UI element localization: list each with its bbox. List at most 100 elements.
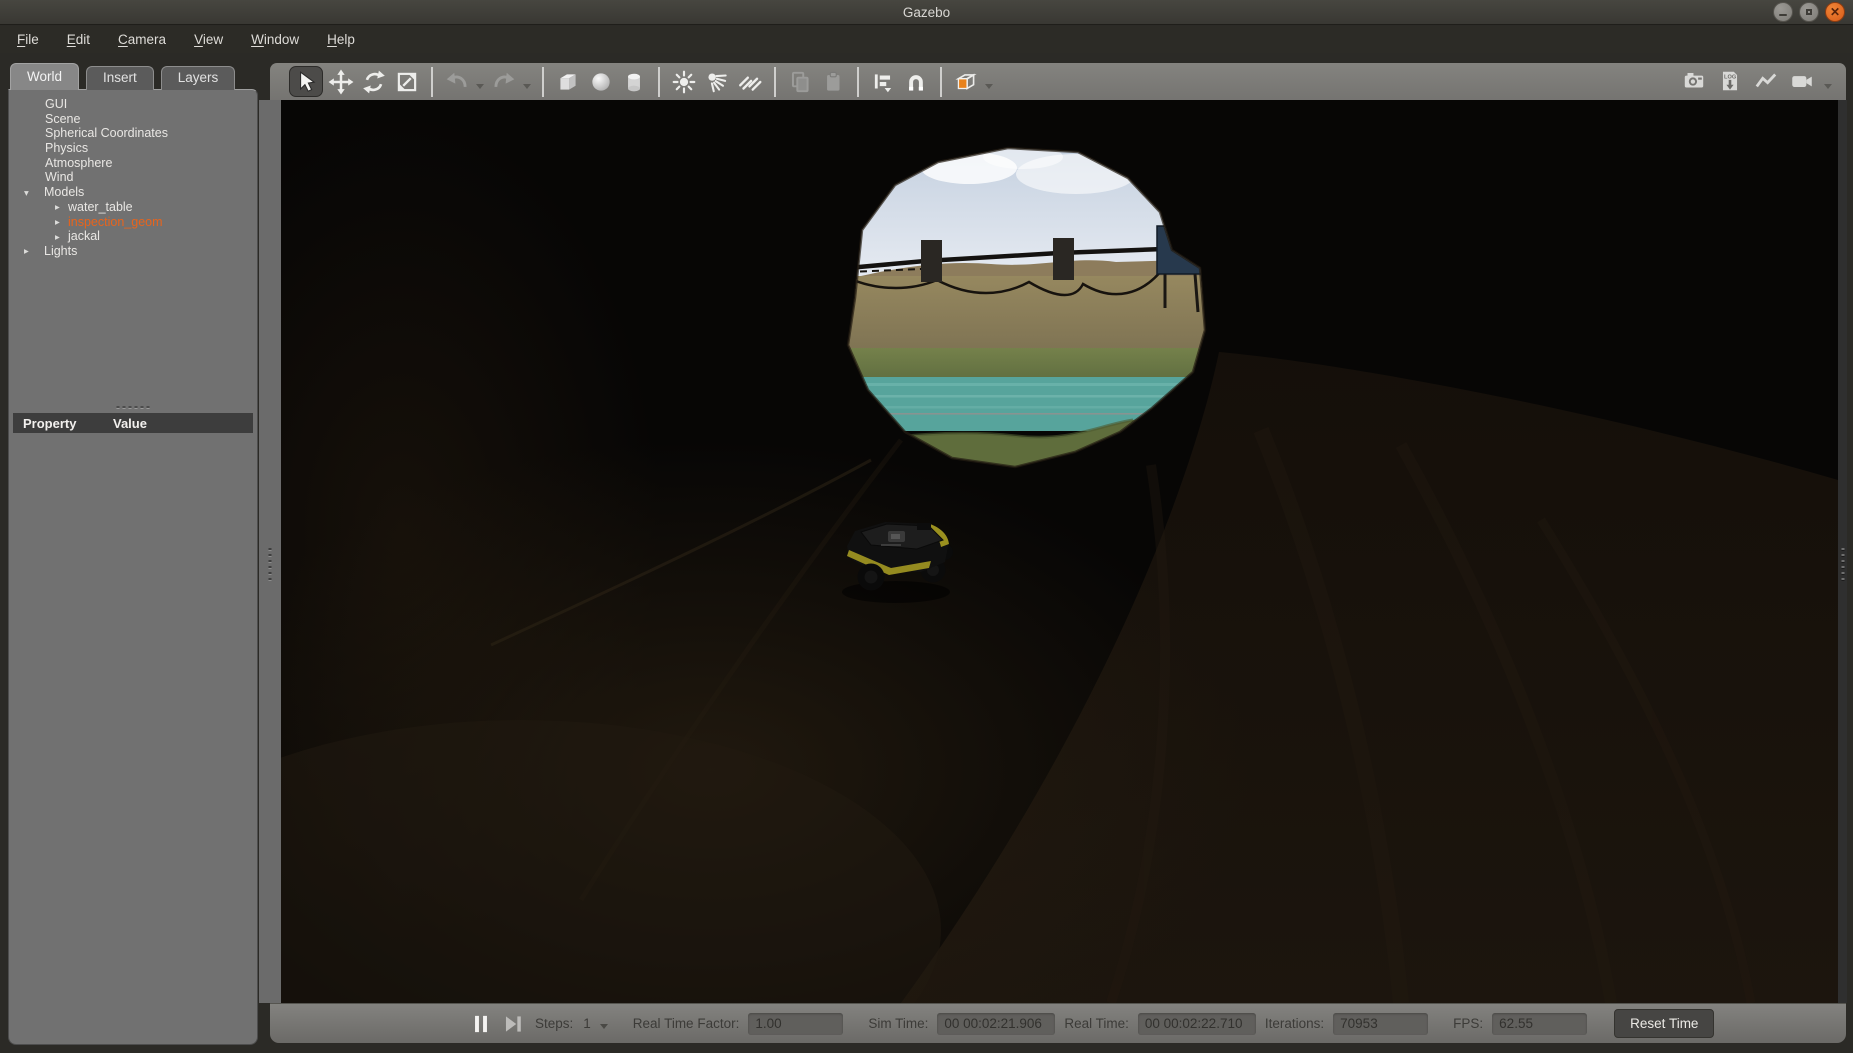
pause-button[interactable] [468, 1011, 494, 1037]
tree-item-spherical-coordinates[interactable]: Spherical Coordinates [9, 126, 257, 141]
cylinder-icon [621, 69, 647, 95]
real-time-factor-field[interactable]: 1.00 [748, 1013, 843, 1035]
menu-view[interactable]: View [190, 30, 227, 49]
step-forward-button[interactable] [500, 1011, 526, 1037]
copy-button[interactable] [785, 67, 815, 97]
dropdown-caret-icon[interactable] [985, 84, 993, 89]
menu-window[interactable]: Window [247, 30, 303, 49]
sphere-button[interactable] [586, 67, 616, 97]
tree-item-models[interactable]: ▾Models [9, 185, 257, 200]
steps-label: Steps: [535, 1016, 573, 1031]
tree-item-wind[interactable]: Wind [9, 170, 257, 185]
fps-label: FPS: [1453, 1016, 1483, 1031]
tree-item-label: Lights [44, 244, 77, 258]
main-toolbar: LOG [270, 63, 1846, 100]
tree-item-label: Spherical Coordinates [45, 126, 168, 140]
expand-down-icon[interactable]: ▾ [23, 187, 44, 202]
rotate-button[interactable] [359, 67, 389, 97]
reset-time-button[interactable]: Reset Time [1614, 1009, 1714, 1038]
jackal-robot[interactable] [842, 522, 953, 603]
property-column-header: Property [13, 416, 113, 431]
toolbar-right-group: LOG [1679, 66, 1834, 96]
tree-item-inspection-geom[interactable]: ▸inspection_geom [9, 215, 257, 230]
undo-icon [444, 69, 470, 95]
undo-button[interactable] [442, 67, 472, 97]
view-angle-icon [953, 69, 979, 95]
steps-dropdown-caret[interactable] [600, 1024, 608, 1029]
translate-button[interactable] [326, 67, 356, 97]
dropdown-caret-icon[interactable] [476, 84, 484, 89]
snap-icon [903, 69, 929, 95]
close-button[interactable]: ✕ [1825, 2, 1845, 22]
steps-value: 1 [583, 1016, 591, 1031]
window-controls: ✕ [1773, 2, 1845, 22]
panel-splitter-handle[interactable] [117, 406, 150, 409]
screenshot-button[interactable] [1679, 66, 1709, 96]
tree-item-water-table[interactable]: ▸water_table [9, 200, 257, 215]
tab-insert[interactable]: Insert [86, 66, 154, 90]
toolbar-group [433, 67, 544, 97]
simulation-status-bar: Steps: 1 Real Time Factor: 1.00 Sim Time… [270, 1003, 1846, 1043]
spot-light-button[interactable] [702, 67, 732, 97]
tree-item-jackal[interactable]: ▸jackal [9, 229, 257, 244]
expand-right-icon[interactable]: ▸ [55, 201, 68, 216]
tree-item-scene[interactable]: Scene [9, 112, 257, 127]
toolbar-group [280, 67, 433, 97]
tree-item-gui[interactable]: GUI [9, 97, 257, 112]
minimize-button[interactable] [1773, 2, 1793, 22]
maximize-icon [1806, 9, 1812, 15]
dropdown-caret-icon[interactable] [523, 84, 531, 89]
tree-item-physics[interactable]: Physics [9, 141, 257, 156]
cylinder-button[interactable] [619, 67, 649, 97]
video-record-button[interactable] [1787, 66, 1817, 96]
real-time-label: Real Time: [1064, 1016, 1129, 1031]
tree-item-atmosphere[interactable]: Atmosphere [9, 156, 257, 171]
dropdown-caret-icon[interactable] [1824, 84, 1832, 89]
tree-item-lights[interactable]: ▸Lights [9, 244, 257, 259]
world-panel: GUISceneSpherical CoordinatesPhysicsAtmo… [8, 89, 258, 1045]
plot-icon [1753, 68, 1779, 94]
rotate-icon [361, 69, 387, 95]
sim-time-field[interactable]: 00 00:02:21.906 [937, 1013, 1055, 1035]
menu-help[interactable]: Help [323, 30, 359, 49]
left-splitter[interactable] [259, 100, 281, 1003]
minimize-icon [1779, 9, 1787, 16]
menu-bar: File Edit Camera View Window Help [0, 26, 1853, 53]
menu-file[interactable]: File [13, 30, 43, 49]
align-button[interactable] [868, 67, 898, 97]
playback-controls [468, 1011, 526, 1037]
toolbar-group [942, 67, 1004, 97]
3d-viewport[interactable] [281, 100, 1838, 1003]
tab-layers[interactable]: Layers [161, 66, 236, 90]
sim-time-label: Sim Time: [868, 1016, 928, 1031]
step-forward-icon [500, 1011, 526, 1037]
view-angle-button[interactable] [951, 67, 981, 97]
redo-icon [491, 69, 517, 95]
point-light-button[interactable] [669, 67, 699, 97]
menu-edit[interactable]: Edit [63, 30, 94, 49]
directional-light-button[interactable] [735, 67, 765, 97]
paste-button[interactable] [818, 67, 848, 97]
svg-text:LOG: LOG [1724, 74, 1737, 80]
box-button[interactable] [553, 67, 583, 97]
copy-icon [787, 69, 813, 95]
tab-world[interactable]: World [10, 63, 79, 90]
select-arrow-button[interactable] [289, 66, 323, 97]
screenshot-icon [1681, 68, 1707, 94]
scale-button[interactable] [392, 67, 422, 97]
maximize-button[interactable] [1799, 2, 1819, 22]
video-record-icon [1789, 68, 1815, 94]
snap-button[interactable] [901, 67, 931, 97]
translate-icon [328, 69, 354, 95]
log-record-button[interactable]: LOG [1715, 66, 1745, 96]
expand-right-icon[interactable]: ▸ [23, 245, 44, 260]
menu-camera[interactable]: Camera [114, 30, 170, 49]
right-splitter[interactable] [1838, 100, 1847, 1003]
pause-icon [468, 1011, 494, 1037]
real-time-field[interactable]: 00 00:02:22.710 [1138, 1013, 1256, 1035]
toolbar-group [859, 67, 942, 97]
redo-button[interactable] [489, 67, 519, 97]
fps-field[interactable]: 62.55 [1492, 1013, 1587, 1035]
iterations-field[interactable]: 70953 [1333, 1013, 1428, 1035]
plot-button[interactable] [1751, 66, 1781, 96]
